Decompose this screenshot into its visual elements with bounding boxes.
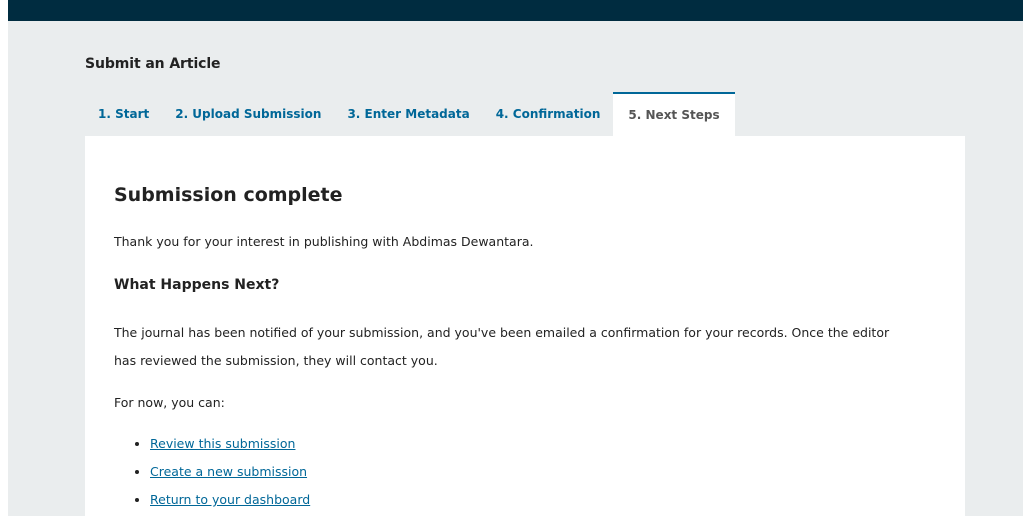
next-steps-list: Review this submission Create a new subm… xyxy=(114,430,310,514)
tab-next-steps[interactable]: 5. Next Steps xyxy=(613,92,735,136)
review-submission-link[interactable]: Review this submission xyxy=(150,436,295,451)
create-new-submission-link[interactable]: Create a new submission xyxy=(150,464,307,479)
tab-upload-submission[interactable]: 2. Upload Submission xyxy=(162,92,334,136)
app-window: Submit an Article 1. Start 2. Upload Sub… xyxy=(8,0,1023,516)
content-panel: Submission complete Thank you for your i… xyxy=(85,136,965,516)
wizard-tabs: 1. Start 2. Upload Submission 3. Enter M… xyxy=(85,92,735,136)
list-item: Return to your dashboard xyxy=(150,486,310,514)
tab-enter-metadata[interactable]: 3. Enter Metadata xyxy=(334,92,482,136)
return-to-dashboard-link[interactable]: Return to your dashboard xyxy=(150,492,310,507)
top-navigation-bar xyxy=(8,0,1023,21)
list-item: Review this submission xyxy=(150,430,310,458)
what-happens-next-heading: What Happens Next? xyxy=(114,277,280,293)
thank-you-message: Thank you for your interest in publishin… xyxy=(114,234,534,249)
tab-start[interactable]: 1. Start xyxy=(85,92,162,136)
page-title: Submit an Article xyxy=(85,56,221,72)
notification-message: The journal has been notified of your su… xyxy=(114,325,890,368)
tab-confirmation[interactable]: 4. Confirmation xyxy=(483,92,614,136)
submission-complete-heading: Submission complete xyxy=(114,184,343,206)
list-item: Create a new submission xyxy=(150,458,310,486)
for-now-text: For now, you can: xyxy=(114,395,225,410)
